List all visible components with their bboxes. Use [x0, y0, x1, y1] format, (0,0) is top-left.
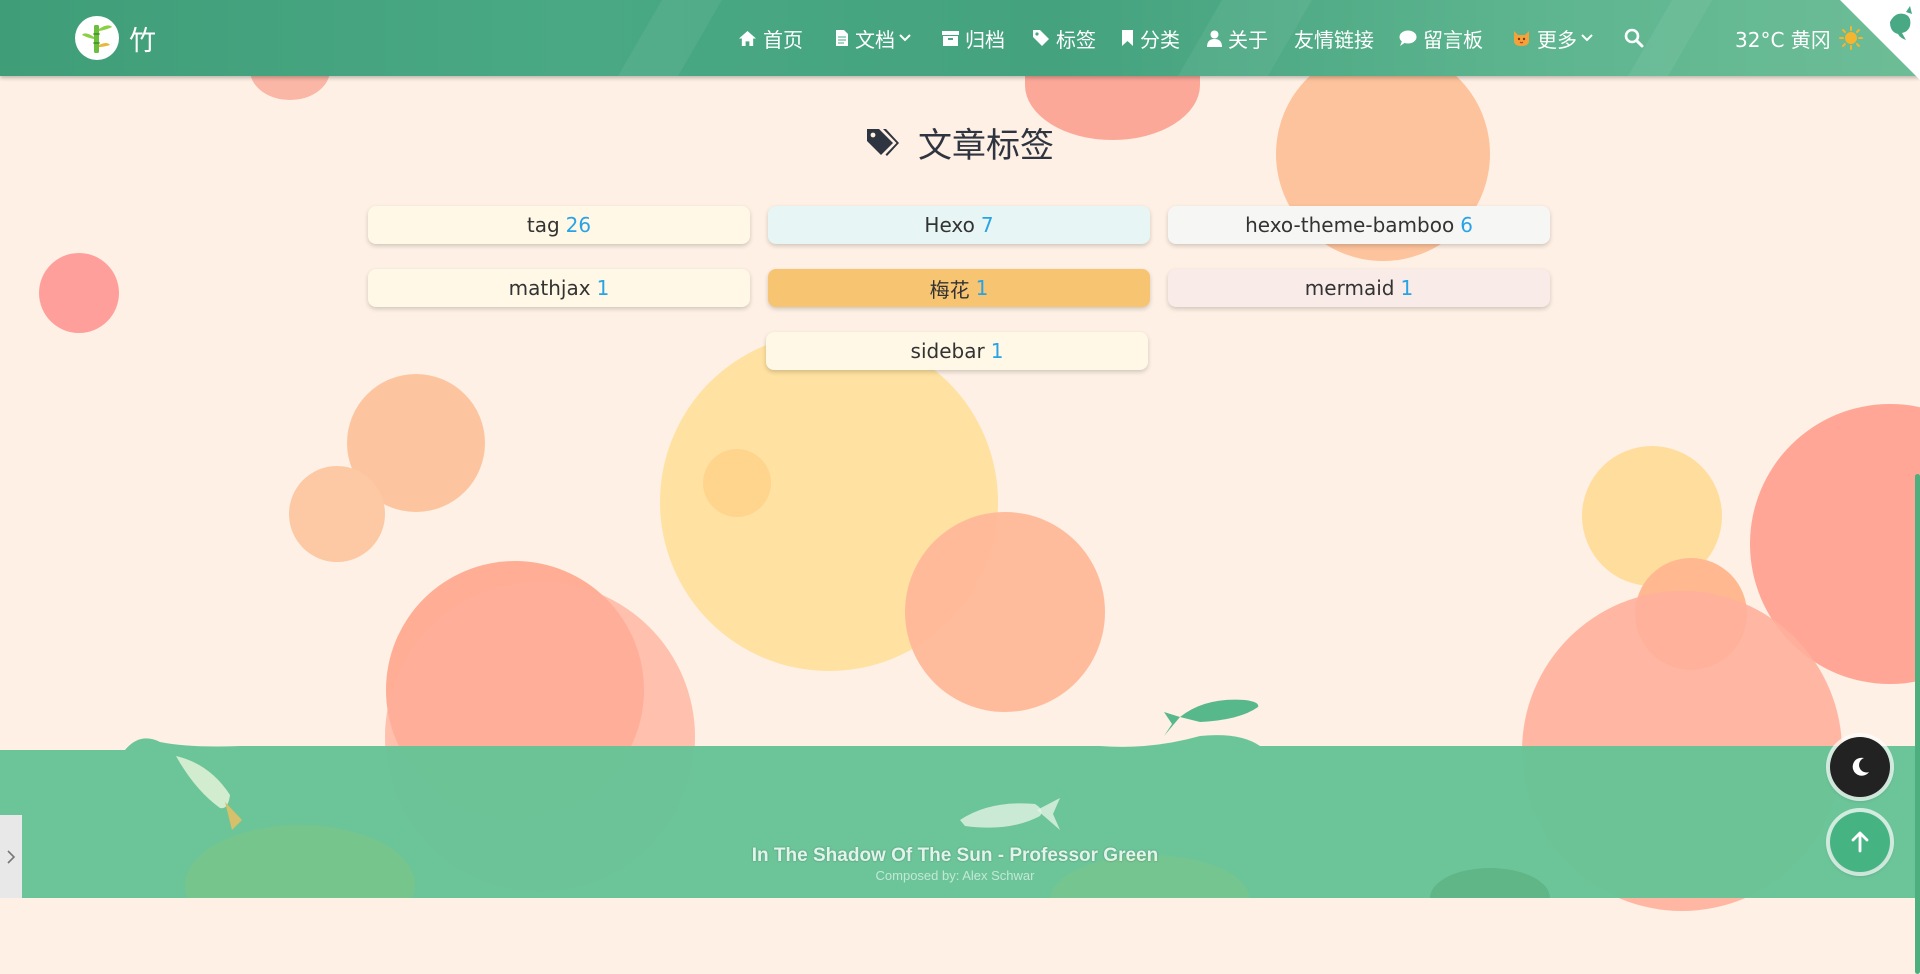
nav-tags-label: 标签 — [1056, 27, 1096, 52]
tag-count: 1 — [1400, 276, 1414, 300]
tag-item[interactable]: mermaid 1 — [1168, 269, 1550, 307]
music-composer: Composed by: Alex Schwar — [875, 868, 1035, 883]
site-title: 竹 — [129, 25, 156, 57]
weather-text: 32°C 黄冈 — [1735, 27, 1831, 52]
nav-home[interactable]: 首页 — [738, 0, 803, 76]
tag-count: 1 — [990, 339, 1004, 363]
top-navbar: 竹 首页 文档 归档 标签 分类 关于 友情链接 留言板 更多 32°C 黄冈 — [0, 0, 1920, 80]
user-icon — [1207, 30, 1222, 47]
nav-guestbook-label: 留言板 — [1423, 27, 1483, 52]
document-icon — [836, 30, 848, 46]
tag-name: mermaid — [1304, 276, 1395, 300]
nav-archive[interactable]: 归档 — [942, 0, 1005, 76]
tag-name: hexo-theme-bamboo — [1245, 213, 1455, 237]
tag-name: 梅花 — [929, 277, 970, 302]
chevron-down-icon — [899, 34, 911, 42]
nav-guestbook[interactable]: 留言板 — [1399, 0, 1483, 76]
tag-item[interactable]: sidebar 1 — [766, 332, 1148, 370]
moon-icon — [1852, 757, 1869, 776]
nav-more[interactable]: 更多 — [1512, 0, 1594, 76]
nav-more-label: 更多 — [1537, 27, 1577, 52]
nav-home-label: 首页 — [763, 27, 803, 52]
nav-tags[interactable]: 标签 — [1032, 0, 1096, 76]
tag-count: 1 — [596, 276, 610, 300]
nav-archive-label: 归档 — [965, 27, 1005, 52]
tag-name: Hexo — [924, 213, 975, 237]
tag-item[interactable]: hexo-theme-bamboo 6 — [1168, 206, 1550, 244]
chevron-right-icon — [7, 849, 16, 864]
nav-categories-label: 分类 — [1140, 27, 1180, 52]
back-to-top-button[interactable] — [1830, 812, 1890, 872]
music-title: In The Shadow Of The Sun - Professor Gre… — [751, 845, 1159, 866]
tag-name: mathjax — [508, 276, 591, 300]
nav-about[interactable]: 关于 — [1207, 0, 1268, 76]
dark-mode-button[interactable] — [1830, 737, 1890, 797]
tag-item[interactable]: Hexo 7 — [768, 206, 1150, 244]
fish-decoration-2 — [960, 798, 1060, 830]
tag-count: 26 — [565, 213, 592, 237]
tag-count: 7 — [980, 213, 994, 237]
scrollbar[interactable] — [1915, 76, 1920, 974]
sidebar-toggle[interactable] — [0, 815, 22, 898]
archive-icon — [942, 30, 959, 46]
fish-decoration — [1164, 699, 1259, 736]
tag-name: tag — [526, 213, 560, 237]
search-button[interactable] — [1624, 0, 1650, 76]
chevron-down-icon — [1581, 34, 1593, 42]
bookmark-icon — [1122, 30, 1133, 46]
tag-count: 1 — [975, 276, 989, 300]
tag-item[interactable]: 梅花 1 — [768, 269, 1150, 307]
nav-friend-links-label: 友情链接 — [1294, 27, 1374, 52]
scrollbar-thumb[interactable] — [1915, 474, 1920, 974]
home-icon — [739, 30, 756, 46]
nav-categories[interactable]: 分类 — [1121, 0, 1180, 76]
comment-icon — [1399, 30, 1417, 46]
nav-docs[interactable]: 文档 — [835, 0, 912, 76]
tag-name: sidebar — [910, 339, 985, 363]
arrow-up-icon — [1851, 831, 1869, 853]
cat-icon — [1514, 31, 1529, 46]
tag-item[interactable]: tag 26 — [368, 206, 750, 244]
page-title-text: 文章标签 — [918, 126, 1054, 166]
nav-about-label: 关于 — [1228, 27, 1268, 52]
tag-icon — [1033, 30, 1049, 46]
nav-friend-links[interactable]: 友情链接 — [1294, 0, 1374, 76]
search-icon — [1624, 28, 1644, 48]
site-logo[interactable]: 竹 — [75, 16, 156, 60]
tags-icon — [867, 128, 899, 156]
page-title: 文章标签 — [0, 118, 1920, 167]
tag-item[interactable]: mathjax 1 — [368, 269, 750, 307]
nav-docs-label: 文档 — [855, 27, 895, 52]
fish-decoration-3 — [176, 756, 242, 830]
tag-count: 6 — [1460, 213, 1473, 237]
github-corner-icon[interactable] — [1840, 0, 1920, 80]
bamboo-logo-icon — [75, 16, 119, 60]
